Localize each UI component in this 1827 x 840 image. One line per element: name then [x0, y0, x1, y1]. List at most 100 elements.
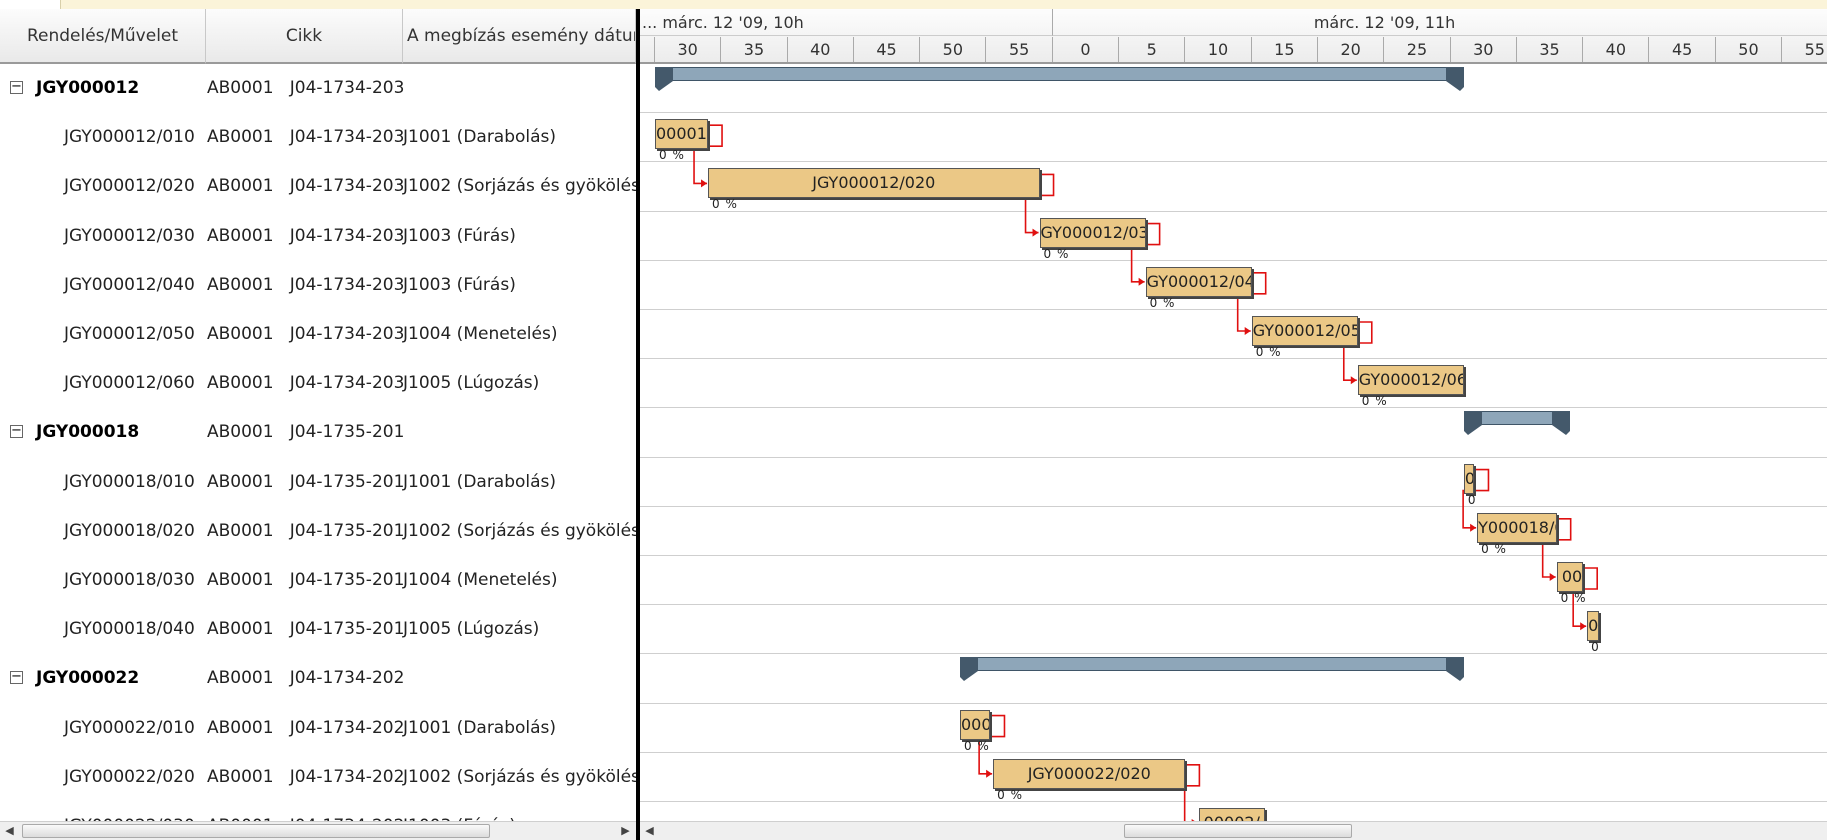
task-bar[interactable]: 0002	[959, 709, 991, 740]
grid-row-operation[interactable]: JGY000022/020 AB0001 J04-1734-202 J1002 (S…	[0, 753, 636, 802]
row-item-cell: AB0001 J04-1734-203	[207, 127, 405, 148]
row-operation-cell: J1001 (Darabolás)	[403, 471, 557, 492]
task-bar[interactable]: GY000012/060	[1357, 365, 1464, 396]
summary-start-cap	[655, 67, 673, 91]
grid-row-operation[interactable]: JGY000012/060 AB0001 J04-1734-203 J1005 (L…	[0, 359, 636, 408]
task-bar[interactable]: 00002/	[1198, 808, 1265, 821]
row-order-cell: JGY000022/020	[64, 766, 195, 787]
grid-row-order[interactable]: − JGY000018 AB0001 J04-1735-201	[0, 408, 636, 457]
grid-row-order[interactable]: − JGY000012 AB0001 J04-1734-203	[0, 64, 636, 113]
task-progress-label: 0 %	[1149, 295, 1176, 310]
row-item-cell: AB0001 J04-1734-203	[207, 176, 405, 197]
column-header-order[interactable]: Rendelés/Művelet	[0, 9, 206, 64]
task-progress-label: 0 %	[712, 197, 738, 212]
task-progress-label: 0 %	[1481, 541, 1507, 556]
row-item-cell: AB0001 J04-1734-203	[207, 274, 405, 295]
row-item-cell: AB0001 J04-1735-201	[207, 570, 405, 590]
top-tab	[0, 0, 61, 9]
grid-row-operation[interactable]: JGY000012/040 AB0001 J04-1734-203 J1003 (F…	[0, 261, 636, 310]
collapse-toggle-icon[interactable]: −	[10, 670, 23, 685]
grid-row-operation[interactable]: JGY000012/020 AB0001 J04-1734-203 J1002 (S…	[0, 162, 636, 211]
gantt-scroll-thumb[interactable]	[1124, 824, 1352, 838]
summary-bar[interactable]	[1463, 411, 1570, 436]
row-order-cell: JGY000018/010	[64, 471, 195, 492]
scroll-left-arrow-icon[interactable]: ◀	[0, 822, 19, 840]
gantt-horizontal-scrollbar[interactable]: ◀	[640, 821, 1827, 840]
gantt-chart: ... márc. 12 '09, 10h márc. 12 '09, 11h 30…	[640, 9, 1827, 821]
row-operation-cell: J1003 (Fúrás)	[403, 802, 516, 821]
row-item-cell: AB0001 J04-1735-201	[207, 471, 405, 492]
row-order-cell: JGY000022/010	[64, 717, 195, 738]
column-header-item[interactable]: Cikk	[206, 9, 403, 64]
grid-row-order[interactable]: − JGY000022 AB0001 J04-1734-202	[0, 654, 636, 703]
grid-horizontal-scrollbar[interactable]: ◀ ▶	[0, 821, 636, 840]
collapse-toggle-icon[interactable]: −	[10, 424, 23, 439]
task-progress-label: 0 %	[659, 148, 685, 163]
row-order-cell: JGY000022	[36, 668, 140, 689]
task-bar[interactable]: GY000012/040	[1145, 266, 1252, 297]
row-order-cell: JGY000018/020	[64, 520, 195, 541]
task-bar[interactable]: JGY000022/020	[993, 758, 1186, 789]
collapse-toggle-icon[interactable]: −	[10, 80, 23, 94]
row-order-cell: JGY000012/050	[64, 324, 195, 344]
scroll-right-arrow-icon[interactable]: ▶	[616, 822, 635, 840]
row-operation-cell: J1003 (Fúrás)	[403, 225, 516, 246]
row-item-cell: AB0001 J04-1735-201	[207, 520, 405, 541]
grid-row-operation[interactable]: JGY000022/030 AB0001 J04-1734-202J1003 (F…	[0, 802, 636, 821]
row-order-cell: JGY000012	[36, 78, 140, 98]
dependency-arrow-icon	[701, 179, 708, 188]
row-operation-cell: J1002 (Sorjázás és gyökölés)	[403, 766, 636, 787]
task-bar[interactable]: GY000012/030	[1039, 217, 1146, 248]
task-progress-label: 0 %	[963, 738, 990, 753]
summary-start-cap	[959, 657, 978, 682]
summary-bar[interactable]	[655, 67, 1464, 91]
row-operation-cell: J1001 (Darabolás)	[403, 717, 557, 738]
row-order-cell: JGY000012/060	[64, 373, 195, 394]
task-bar[interactable]: JGY000012/020	[708, 168, 1040, 199]
task-bar[interactable]: Y000018/0	[1477, 512, 1557, 543]
grid-row-operation[interactable]: JGY000012/030 AB0001 J04-1734-203 J1003 (F…	[0, 212, 636, 261]
dependency-arrow-icon	[1580, 622, 1587, 631]
grid-row-operation[interactable]: JGY000018/040 AB0001 J04-1735-201 J1005 (L…	[0, 605, 636, 654]
row-operation-cell: J1002 (Sorjázás és gyökölés)	[403, 176, 636, 197]
task-progress-label: 0 %	[997, 787, 1023, 802]
row-operation-cell: J1002 (Sorjázás és gyökölés)	[403, 520, 636, 541]
row-order-cell: JGY000018	[36, 422, 140, 443]
row-operation-cell: J1005 (Lúgozás)	[403, 373, 540, 394]
dependency-arrow-icon	[1549, 573, 1556, 581]
task-progress-label: 0	[1467, 492, 1477, 507]
task-bar[interactable]: 000012	[655, 119, 709, 150]
grid-row-operation[interactable]: JGY000018/020 AB0001 J04-1735-201 J1002 (S…	[0, 507, 636, 556]
grid-row-operation[interactable]: JGY000012/050 AB0001 J04-1734-203 J1004 (M…	[0, 310, 636, 359]
task-bar[interactable]: 0	[1587, 611, 1600, 642]
grid-row-operation[interactable]: JGY000022/010 AB0001 J04-1734-202 J1001 (D…	[0, 704, 636, 753]
row-item-cell: AB0001 J04-1734-202	[207, 717, 405, 738]
summary-start-cap	[1463, 411, 1482, 436]
grid-scroll-thumb[interactable]	[22, 824, 490, 838]
column-header-date[interactable]: A megbízás esemény dátuma...	[403, 9, 636, 64]
row-order-cell: JGY000012/010	[64, 127, 195, 148]
task-progress-label: 0 %	[1255, 345, 1282, 359]
gantt-scroll-left-arrow-icon[interactable]: ◀	[640, 822, 659, 840]
row-operation-cell: J1003 (Fúrás)	[403, 274, 516, 295]
row-order-cell: JGY000012/020	[64, 176, 195, 197]
summary-end-cap	[1445, 657, 1464, 682]
dependency-arrow-icon	[1470, 523, 1477, 532]
task-bar[interactable]: 00	[1556, 562, 1584, 592]
row-item-cell: AB0001 J04-1734-202	[207, 802, 404, 821]
task-progress-label: 0	[1591, 640, 1600, 655]
task-grid: Rendelés/Művelet Cikk A megbízás esemény…	[0, 9, 636, 821]
grid-row-operation[interactable]: JGY000012/010 AB0001 J04-1734-203 J1001 (D…	[0, 113, 636, 162]
task-progress-label: 0 %	[1043, 246, 1070, 261]
task-bar[interactable]: 0	[1463, 463, 1475, 494]
summary-end-cap	[1445, 67, 1464, 91]
grid-row-operation[interactable]: JGY000018/030 AB0001 J04-1735-201 J1004 (M…	[0, 556, 636, 605]
row-item-cell: AB0001 J04-1734-203	[207, 324, 405, 344]
row-operation-cell: J1001 (Darabolás)	[403, 127, 557, 148]
grid-row-operation[interactable]: JGY000018/010 AB0001 J04-1735-201 J1001 (D…	[0, 458, 636, 507]
dependency-arrow-icon	[1032, 228, 1039, 237]
task-bar[interactable]: GY000012/050	[1251, 316, 1358, 346]
row-operation-cell: J1005 (Lúgozás)	[403, 619, 540, 640]
dependency-links	[693, 124, 1598, 821]
summary-bar[interactable]	[959, 657, 1464, 682]
